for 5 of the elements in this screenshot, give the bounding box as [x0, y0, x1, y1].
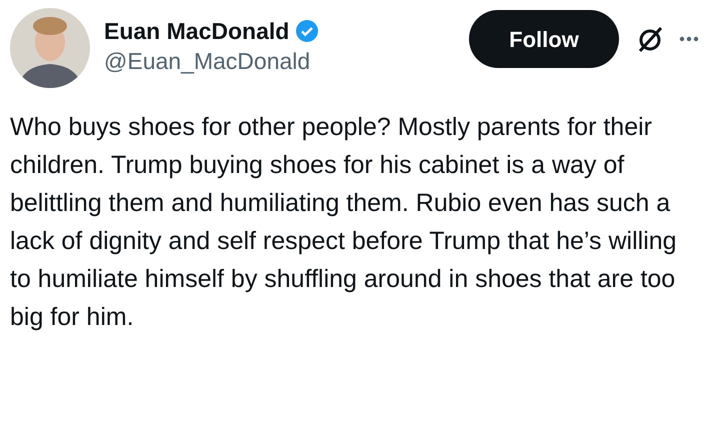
author-name[interactable]: Euan MacDonald: [104, 16, 290, 46]
follow-button[interactable]: Follow: [469, 10, 619, 68]
author-handle[interactable]: @Euan_MacDonald: [104, 46, 320, 76]
post-text: Who buys shoes for other people? Mostly parents for their children. Trump buying shoes for his cabinet is a way of belittling them and humiliating them. Rubio even has such a lack of dignity and self respect before Trump that he’s willing to humiliate himself by shuffling around in shoes that are too big for him.: [10, 112, 678, 333]
more-icon[interactable]: [679, 35, 699, 43]
